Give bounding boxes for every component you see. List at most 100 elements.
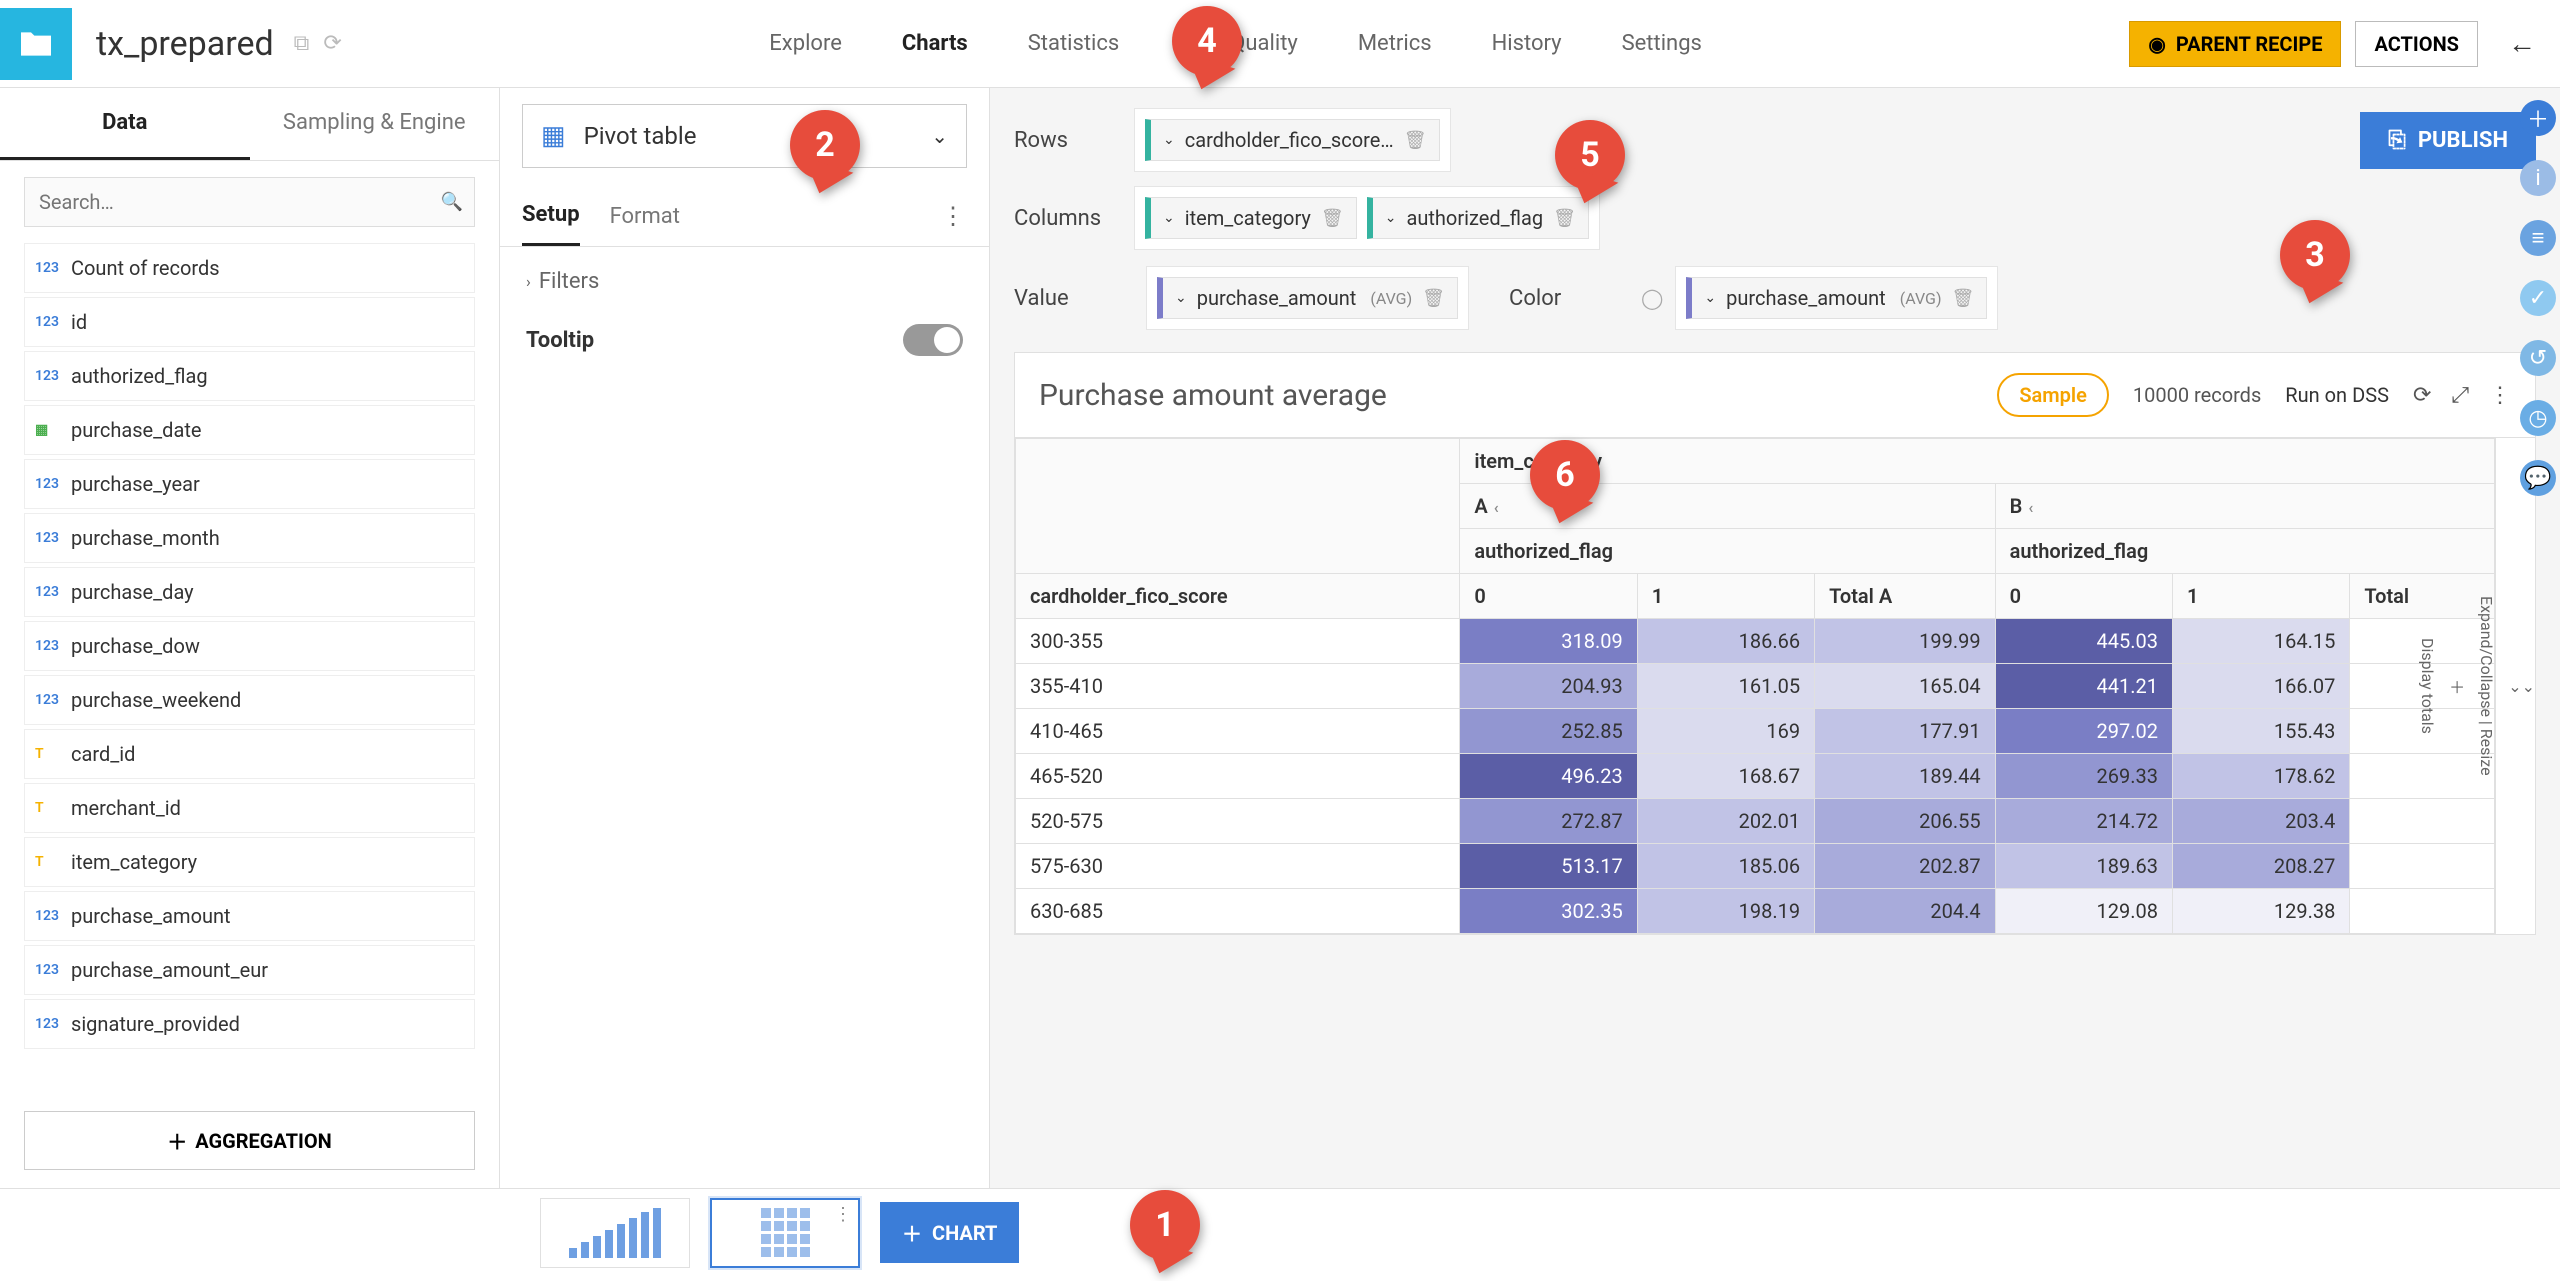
type-num-icon: 123 <box>35 314 61 330</box>
subtab-setup[interactable]: Setup <box>522 186 580 246</box>
field-purchase-year[interactable]: 123purchase_year <box>24 459 475 509</box>
nav-explore[interactable]: Explore <box>769 31 842 56</box>
nav-settings[interactable]: Settings <box>1622 31 1702 56</box>
expand-collapse-label[interactable]: Expand/Collapse | Resize <box>2477 596 2496 776</box>
field-purchase-month[interactable]: 123purchase_month <box>24 513 475 563</box>
field-item-category[interactable]: Titem_category <box>24 837 475 887</box>
delete-icon[interactable]: 🗑 <box>1553 208 1576 229</box>
field-label: merchant_id <box>71 796 181 820</box>
nav-statistics[interactable]: Statistics <box>1028 31 1120 56</box>
publish-button[interactable]: ⎘ PUBLISH <box>2360 112 2536 169</box>
field-purchase-amount[interactable]: 123purchase_amount <box>24 891 475 941</box>
thumb-more-icon[interactable]: ⋮ <box>834 1204 852 1225</box>
field-signature-provided[interactable]: 123signature_provided <box>24 999 475 1049</box>
delete-icon[interactable]: 🗑 <box>1422 288 1445 309</box>
chip-color-purchase-amount[interactable]: ⌄ purchase_amount (AVG) 🗑 <box>1686 277 1987 319</box>
col-group-b[interactable]: B‹ <box>1995 484 2494 529</box>
table-row: 410-465 252.85 169 177.91 297.02 155.43 <box>1016 709 2495 754</box>
cell: 129.08 <box>1995 889 2172 934</box>
sample-button[interactable]: Sample <box>1997 373 2109 417</box>
back-arrow-icon[interactable]: ← <box>2508 27 2536 60</box>
field-purchase-amount-eur[interactable]: 123purchase_amount_eur <box>24 945 475 995</box>
dataset-folder-icon[interactable] <box>0 8 72 80</box>
plus-icon[interactable]: ＋ <box>2449 674 2465 698</box>
refresh-icon[interactable]: ⟳ <box>2413 383 2431 408</box>
subcol-header-b: authorized_flag <box>1995 529 2494 574</box>
row-label: 300-355 <box>1016 619 1460 664</box>
copy-icon[interactable]: ⧉ <box>294 31 310 56</box>
field-merchant-id[interactable]: Tmerchant_id <box>24 783 475 833</box>
col-total-b: Total <box>2350 574 2495 619</box>
nav-history[interactable]: History <box>1492 31 1562 56</box>
tooltip-toggle[interactable] <box>903 324 963 356</box>
cell-empty <box>2350 799 2495 844</box>
expand-collapse-icon[interactable]: ⌄⌄ <box>2508 677 2535 696</box>
chevron-down-icon: ⌄ <box>931 124 948 148</box>
cell: 164.15 <box>2173 619 2350 664</box>
field-authorized-flag[interactable]: 123authorized_flag <box>24 351 475 401</box>
cell-empty <box>2350 754 2495 799</box>
chip-rows-fico[interactable]: ⌄ cardholder_fico_score… 🗑 <box>1145 119 1440 161</box>
rail-list-icon[interactable]: ≡ <box>2520 220 2556 256</box>
display-totals-label[interactable]: Display totals <box>2418 638 2437 734</box>
nav-charts[interactable]: Charts <box>902 31 968 56</box>
rail-info-icon[interactable]: i <box>2520 160 2556 196</box>
sidebar-tab-data[interactable]: Data <box>0 88 250 160</box>
cell: 177.91 <box>1815 709 1996 754</box>
actions-button[interactable]: ACTIONS <box>2355 21 2478 67</box>
subcol-header-a: authorized_flag <box>1460 529 1995 574</box>
expand-icon[interactable]: ⤢ <box>2451 383 2469 408</box>
rail-history-icon[interactable]: ↺ <box>2520 340 2556 376</box>
search-input[interactable] <box>24 177 475 227</box>
chart-type-selector[interactable]: ▦ Pivot table ⌄ <box>522 104 967 168</box>
nav-data-quality[interactable]: Data Quality <box>1179 31 1298 56</box>
row-label: 465-520 <box>1016 754 1460 799</box>
chip-col-authorized-flag[interactable]: ⌄ authorized_flag 🗑 <box>1367 197 1589 239</box>
cell: 166.07 <box>2173 664 2350 709</box>
delete-icon[interactable]: 🗑 <box>1321 208 1344 229</box>
filters-row[interactable]: › Filters <box>500 247 989 316</box>
chart-thumb-pivot[interactable]: ⋮ <box>710 1198 860 1268</box>
field-id[interactable]: 123id <box>24 297 475 347</box>
aggregation-button[interactable]: ＋ AGGREGATION <box>24 1111 475 1170</box>
cell: 165.04 <box>1815 664 1996 709</box>
rows-drop[interactable]: ⌄ cardholder_fico_score… 🗑 <box>1134 108 1451 172</box>
refresh-icon[interactable]: ⟳ <box>323 31 341 56</box>
sidebar-tab-sampling[interactable]: Sampling & Engine <box>250 88 500 160</box>
field-purchase-day[interactable]: 123purchase_day <box>24 567 475 617</box>
rail-chat-icon[interactable]: 💬 <box>2520 460 2556 496</box>
chevron-down-icon: ⌄ <box>1175 290 1187 306</box>
type-text-icon: T <box>35 854 61 870</box>
cell: 204.4 <box>1815 889 1996 934</box>
rail-clock-icon[interactable]: ◷ <box>2520 400 2556 436</box>
subtab-format[interactable]: Format <box>610 188 680 245</box>
cell: 206.55 <box>1815 799 1996 844</box>
field-count-of-records[interactable]: 123Count of records <box>24 243 475 293</box>
parent-recipe-button[interactable]: ◉ PARENT RECIPE <box>2129 21 2341 67</box>
type-num-icon: 123 <box>35 530 61 546</box>
subtab-more-icon[interactable]: ⋮ <box>941 202 967 230</box>
chip-col-item-category[interactable]: ⌄ item_category 🗑 <box>1145 197 1357 239</box>
add-chart-button[interactable]: ＋ CHART <box>880 1202 1019 1263</box>
color-drop[interactable]: ⌄ purchase_amount (AVG) 🗑 <box>1675 266 1998 330</box>
type-num-icon: 123 <box>35 1016 61 1032</box>
chip-value-purchase-amount[interactable]: ⌄ purchase_amount (AVG) 🗑 <box>1157 277 1458 319</box>
rail-check-icon[interactable]: ✓ <box>2520 280 2556 316</box>
type-num-icon: 123 <box>35 962 61 978</box>
run-on-dss[interactable]: Run on DSS <box>2285 383 2389 407</box>
recipe-icon: ◉ <box>2148 32 2165 56</box>
delete-icon[interactable]: 🗑 <box>1952 288 1975 309</box>
columns-drop[interactable]: ⌄ item_category 🗑 ⌄ authorized_flag 🗑 <box>1134 186 1600 250</box>
delete-icon[interactable]: 🗑 <box>1404 130 1427 151</box>
publish-label: PUBLISH <box>2418 128 2508 153</box>
nav-metrics[interactable]: Metrics <box>1358 31 1432 56</box>
col-group-a[interactable]: A‹ <box>1460 484 1995 529</box>
field-card-id[interactable]: Tcard_id <box>24 729 475 779</box>
field-purchase-dow[interactable]: 123purchase_dow <box>24 621 475 671</box>
field-purchase-date[interactable]: ▦purchase_date <box>24 405 475 455</box>
value-drop[interactable]: ⌄ purchase_amount (AVG) 🗑 <box>1146 266 1469 330</box>
more-icon[interactable]: ⋮ <box>2489 383 2511 408</box>
field-purchase-weekend[interactable]: 123purchase_weekend <box>24 675 475 725</box>
chart-thumb-bars[interactable] <box>540 1198 690 1268</box>
rail-add-icon[interactable]: ＋ <box>2520 100 2556 136</box>
